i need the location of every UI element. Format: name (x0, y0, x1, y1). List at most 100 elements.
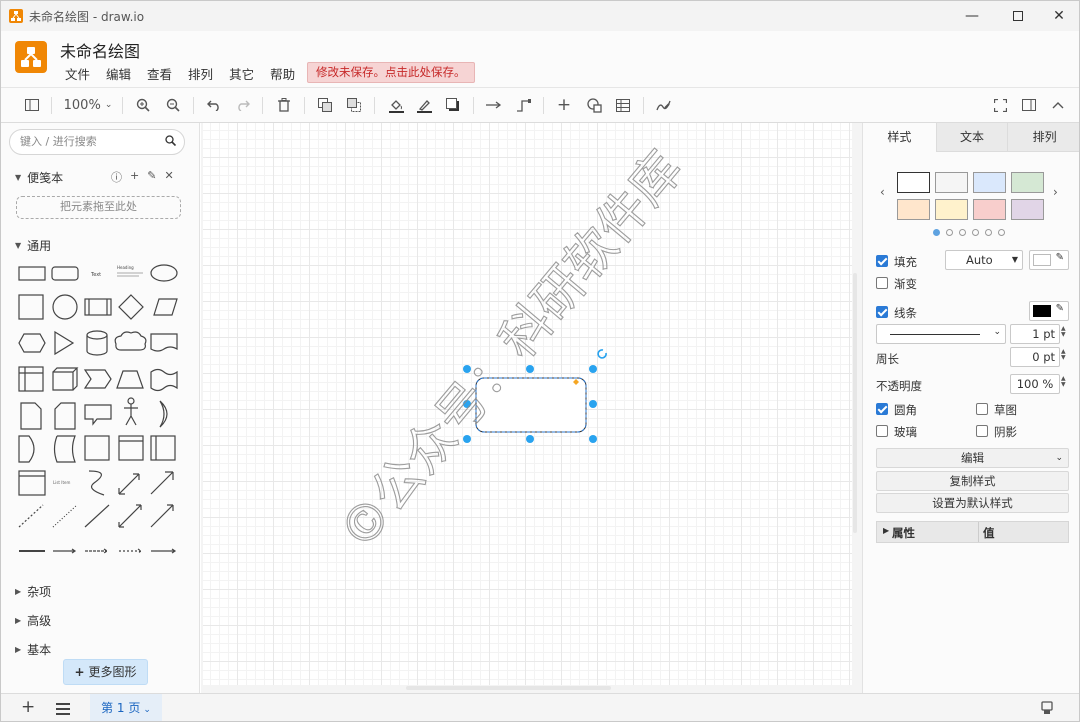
style-swatch-8[interactable] (1011, 199, 1044, 220)
shape-library-general[interactable]: Text Heading List Item (15, 260, 195, 560)
menu-file[interactable]: 文件 (57, 64, 98, 83)
general-section-header[interactable]: ▼ 通用 (15, 237, 51, 254)
maximize-button[interactable] (995, 1, 1041, 31)
hexagon-shape (18, 333, 46, 353)
scratchpad-header[interactable]: ▼ 便笺本 (15, 169, 63, 186)
zoom-out-icon[interactable] (163, 88, 183, 122)
page-tab-1[interactable]: 第 1 页 ⌄ (90, 694, 162, 721)
menu-view[interactable]: 查看 (139, 64, 180, 83)
menu-edit[interactable]: 编辑 (98, 64, 139, 83)
shape-search-input[interactable]: 键入 / 进行搜索 (9, 129, 185, 155)
line-width-input[interactable]: 1 pt (1010, 324, 1060, 344)
opacity-stepper[interactable]: ▲ ▼ (1061, 376, 1068, 388)
minimize-button[interactable]: — (949, 1, 995, 31)
style-swatch-3[interactable] (973, 172, 1006, 193)
fullscreen-icon[interactable] (990, 88, 1010, 122)
edit-pencil-icon[interactable]: ✎ (147, 169, 156, 185)
close-icon[interactable]: ✕ (164, 169, 173, 185)
add-page-icon[interactable]: + (21, 697, 35, 717)
properties-table-header[interactable]: ▶ 属性 值 (876, 521, 1069, 543)
chevron-right-icon[interactable]: › (1053, 185, 1058, 199)
menu-help[interactable]: 帮助 (262, 64, 303, 83)
shadow-icon[interactable] (443, 88, 463, 122)
line-checkbox[interactable] (876, 306, 888, 318)
perimeter-input[interactable]: 0 pt (1010, 347, 1060, 367)
freehand-icon[interactable] (653, 88, 673, 122)
line-width-stepper[interactable]: ▲ ▼ (1061, 326, 1068, 338)
set-default-style-button[interactable]: 设置为默认样式 (876, 493, 1069, 513)
gradient-checkbox[interactable] (876, 277, 888, 289)
zoom-dropdown[interactable]: 100% ⌄ (61, 88, 115, 122)
menu-bar: 文件 编辑 查看 排列 其它 帮助 (57, 64, 303, 83)
page-dot[interactable] (946, 229, 953, 236)
style-swatch-5[interactable] (897, 199, 930, 220)
page-dot[interactable] (972, 229, 979, 236)
document-title[interactable]: 未命名绘图 (60, 38, 140, 62)
feedback-icon[interactable] (1041, 701, 1053, 718)
search-icon[interactable] (165, 135, 176, 146)
page-dot[interactable] (998, 229, 1005, 236)
tab-arrange[interactable]: 排列 (1007, 123, 1079, 152)
page-dot[interactable] (933, 229, 940, 236)
swatch-pager (933, 229, 1011, 236)
scratchpad-dropzone[interactable]: 把元素拖至此处 (16, 196, 181, 219)
style-swatch-7[interactable] (973, 199, 1006, 220)
watermark-text: ©公众号：科研软件库 (328, 140, 694, 560)
collapse-chevron-up-icon[interactable] (1048, 88, 1068, 122)
edit-style-dropdown[interactable]: 编辑 ⌄ (876, 448, 1069, 468)
shadow-checkbox[interactable] (976, 425, 988, 437)
fill-mode-select[interactable]: Auto ▼ (945, 250, 1023, 270)
close-button[interactable]: ✕ (1036, 1, 1079, 31)
waypoints-icon[interactable] (513, 88, 535, 122)
basic-section-header[interactable]: ▶ 基本 (15, 641, 51, 658)
table-icon[interactable] (613, 88, 633, 122)
tab-text[interactable]: 文本 (935, 123, 1008, 152)
fill-color-picker[interactable]: ✎ (1029, 250, 1069, 270)
to-back-icon[interactable] (344, 88, 364, 122)
add-icon[interactable]: + (130, 169, 139, 185)
style-swatch-2[interactable] (935, 172, 968, 193)
opacity-input[interactable]: 100 % (1010, 374, 1060, 394)
fill-checkbox[interactable] (876, 255, 888, 267)
callout-shape (84, 404, 112, 426)
vertical-scrollbar[interactable] (853, 273, 857, 533)
page-dot[interactable] (985, 229, 992, 236)
undo-icon[interactable] (204, 88, 224, 122)
menu-arrange[interactable]: 排列 (180, 64, 221, 83)
diagram-canvas[interactable]: ©公众号：科研软件库 (201, 123, 862, 693)
to-front-icon[interactable] (315, 88, 335, 122)
redo-icon[interactable] (233, 88, 253, 122)
zoom-in-icon[interactable] (133, 88, 153, 122)
style-swatch-1[interactable] (897, 172, 930, 193)
connection-arrow-icon[interactable] (483, 88, 505, 122)
perimeter-stepper[interactable]: ▲ ▼ (1061, 349, 1068, 361)
insert-plus-icon[interactable]: + (554, 88, 574, 122)
dotted-line-shape (52, 504, 78, 528)
line-color-icon[interactable] (414, 88, 434, 122)
format-panel-toggle-icon[interactable] (21, 88, 43, 122)
page-dot[interactable] (959, 229, 966, 236)
glass-checkbox[interactable] (876, 425, 888, 437)
copy-style-button[interactable]: 复制样式 (876, 471, 1069, 491)
more-shapes-button[interactable]: + 更多图形 (63, 659, 148, 685)
pages-menu-icon[interactable] (56, 703, 70, 715)
line-color-picker[interactable]: ✎ (1029, 301, 1069, 321)
shapes-icon[interactable] (584, 88, 604, 122)
horizontal-scrollbar[interactable] (406, 686, 611, 690)
format-panel-icon[interactable] (1019, 88, 1039, 122)
triangle-down-icon: ▼ (15, 241, 22, 250)
style-swatch-4[interactable] (1011, 172, 1044, 193)
tab-style[interactable]: 样式 (863, 123, 936, 152)
style-swatch-6[interactable] (935, 199, 968, 220)
menu-extras[interactable]: 其它 (221, 64, 262, 83)
unsaved-changes-button[interactable]: 修改未保存。点击此处保存。 (307, 62, 475, 83)
line-pattern-select[interactable]: ⌄ (876, 324, 1006, 344)
fill-color-icon[interactable] (386, 88, 406, 122)
rounded-checkbox[interactable] (876, 403, 888, 415)
advanced-section-header[interactable]: ▶ 高级 (15, 612, 51, 629)
help-icon[interactable]: ⓘ (111, 169, 122, 185)
chevron-left-icon[interactable]: ‹ (880, 185, 885, 199)
sketch-checkbox[interactable] (976, 403, 988, 415)
delete-icon[interactable] (274, 88, 294, 122)
misc-section-header[interactable]: ▶ 杂项 (15, 583, 51, 600)
